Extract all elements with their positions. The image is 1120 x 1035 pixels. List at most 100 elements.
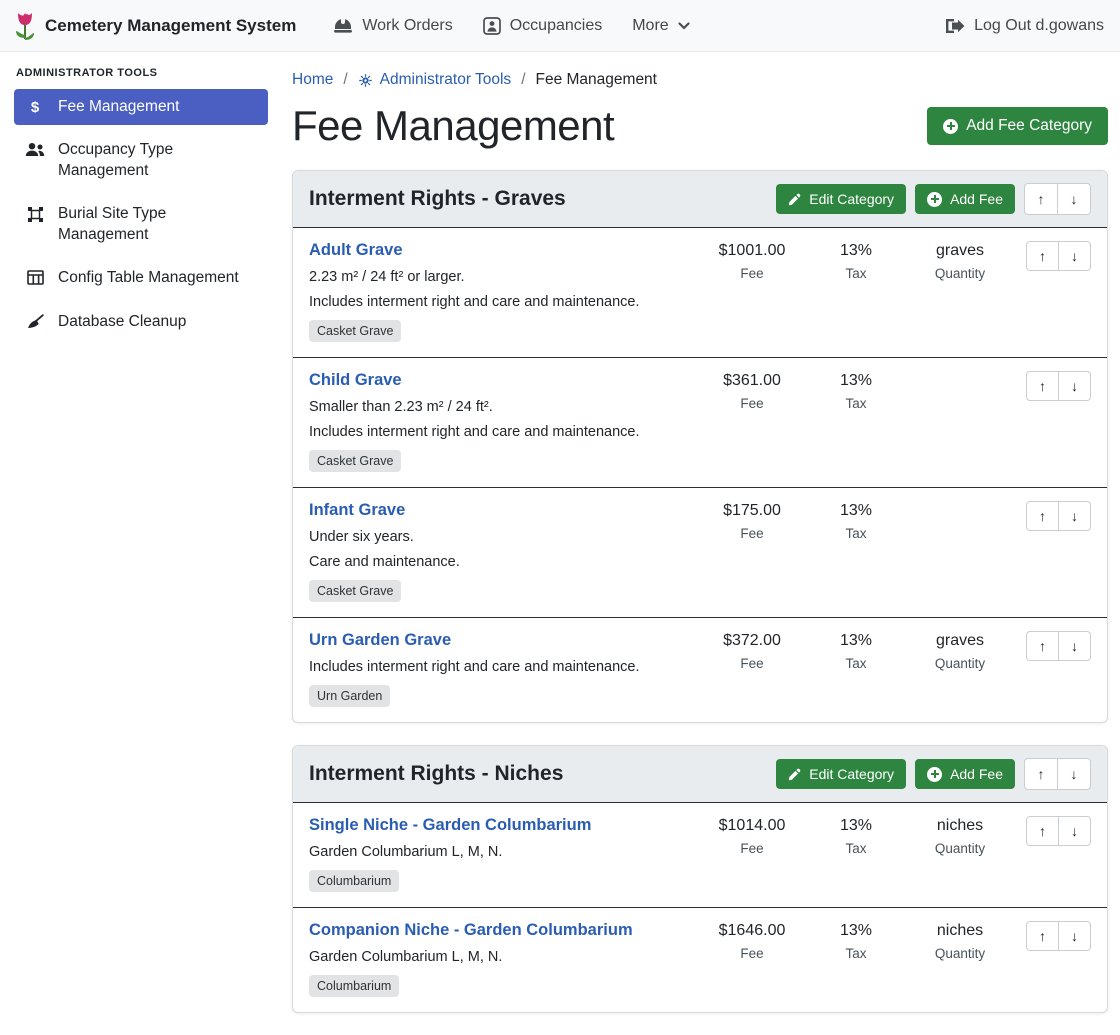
- breadcrumb-admin-tools-label: Administrator Tools: [380, 71, 512, 89]
- sidebar-item-label: Burial Site Type Management: [58, 204, 257, 245]
- fee-details: Companion Niche - Garden Columbarium Gar…: [309, 921, 700, 997]
- fee-description: Includes interment right and care and ma…: [309, 424, 692, 440]
- move-fee-down-button[interactable]: ↓: [1058, 501, 1091, 531]
- tax-amount: 13%: [804, 922, 908, 940]
- sidebar-item-database-cleanup[interactable]: Database Cleanup: [14, 304, 268, 340]
- fee-category-card: Interment Rights - Graves Edit Category …: [292, 170, 1108, 723]
- dollar-icon: $: [25, 99, 45, 117]
- edit-category-button[interactable]: Edit Category: [776, 184, 906, 214]
- fee-amount-col: $372.00 Fee: [700, 631, 804, 671]
- fee-description: Includes interment right and care and ma…: [309, 294, 692, 310]
- quantity-label: Quantity: [908, 266, 1012, 281]
- sidebar-item-label: Occupancy Type Management: [58, 140, 257, 181]
- tax-col: 13% Tax: [804, 371, 908, 411]
- move-fee-down-button[interactable]: ↓: [1058, 631, 1091, 661]
- fee-amount: $361.00: [700, 372, 804, 390]
- fee-type-badge: Casket Grave: [309, 450, 401, 472]
- fee-amount-label: Fee: [700, 266, 804, 281]
- quantity-col: graves Quantity: [908, 631, 1012, 671]
- add-fee-button[interactable]: Add Fee: [915, 759, 1015, 789]
- fee-name-link[interactable]: Urn Garden Grave: [309, 631, 451, 650]
- chevron-down-icon: [678, 22, 690, 30]
- move-fee-up-button[interactable]: ↑: [1026, 631, 1059, 661]
- fee-row: Child Grave Smaller than 2.23 m² / 24 ft…: [293, 357, 1107, 487]
- fee-reorder-group: ↑ ↓: [1026, 501, 1091, 531]
- fee-reorder-group: ↑ ↓: [1026, 241, 1091, 271]
- move-fee-up-button[interactable]: ↑: [1026, 241, 1059, 271]
- move-category-up-button[interactable]: ↑: [1024, 183, 1058, 215]
- arrow-down-icon: ↓: [1071, 378, 1078, 394]
- fee-amount-col: $1646.00 Fee: [700, 921, 804, 961]
- move-fee-up-button[interactable]: ↑: [1026, 816, 1059, 846]
- fee-type-badge: Casket Grave: [309, 580, 401, 602]
- fee-name-link[interactable]: Infant Grave: [309, 501, 405, 520]
- edit-category-label: Edit Category: [809, 191, 894, 207]
- sidebar-item-fee-management[interactable]: $ Fee Management: [14, 89, 268, 125]
- sidebar-item-burial-site-type[interactable]: Burial Site Type Management: [14, 196, 268, 253]
- sidebar-item-config-table[interactable]: Config Table Management: [14, 260, 268, 296]
- edit-category-button[interactable]: Edit Category: [776, 759, 906, 789]
- quantity-col: [908, 371, 1012, 378]
- plus-circle-icon: [927, 767, 942, 782]
- move-category-down-button[interactable]: ↓: [1057, 758, 1091, 790]
- add-fee-category-button[interactable]: Add Fee Category: [927, 107, 1108, 145]
- fee-type-badge: Casket Grave: [309, 320, 401, 342]
- pencil-icon: [788, 193, 801, 206]
- quantity-col: niches Quantity: [908, 816, 1012, 856]
- fee-type-badge: Urn Garden: [309, 685, 390, 707]
- fee-description: Includes interment right and care and ma…: [309, 659, 692, 675]
- move-category-down-button[interactable]: ↓: [1057, 183, 1091, 215]
- gear-icon: [358, 73, 373, 88]
- brand-link[interactable]: Cemetery Management System: [14, 11, 296, 41]
- fee-name-link[interactable]: Single Niche - Garden Columbarium: [309, 816, 591, 835]
- move-fee-up-button[interactable]: ↑: [1026, 371, 1059, 401]
- move-fee-up-button[interactable]: ↑: [1026, 501, 1059, 531]
- nav-more-label: More: [632, 17, 668, 35]
- arrow-up-icon: ↑: [1038, 191, 1045, 207]
- tax-label: Tax: [804, 266, 908, 281]
- category-body: Adult Grave 2.23 m² / 24 ft² or larger.I…: [293, 227, 1107, 722]
- tax-col: 13% Tax: [804, 816, 908, 856]
- category-title: Interment Rights - Niches: [309, 762, 563, 786]
- move-fee-down-button[interactable]: ↓: [1058, 816, 1091, 846]
- breadcrumb-separator: /: [343, 71, 347, 89]
- tax-amount: 13%: [804, 502, 908, 520]
- fee-amount-col: $1001.00 Fee: [700, 241, 804, 281]
- nav-work-orders[interactable]: Work Orders: [318, 9, 467, 43]
- users-icon: [25, 142, 45, 157]
- sidebar-item-label: Fee Management: [58, 97, 180, 117]
- pencil-icon: [788, 768, 801, 781]
- fee-name-link[interactable]: Companion Niche - Garden Columbarium: [309, 921, 633, 940]
- fee-amount-label: Fee: [700, 656, 804, 671]
- tax-col: 13% Tax: [804, 631, 908, 671]
- fee-descriptions: Under six years.Care and maintenance.: [309, 529, 692, 570]
- arrow-down-icon: ↓: [1071, 191, 1078, 207]
- add-fee-button[interactable]: Add Fee: [915, 184, 1015, 214]
- sidebar-item-occupancy-type[interactable]: Occupancy Type Management: [14, 132, 268, 189]
- sidebar-heading: Administrator Tools: [16, 67, 268, 79]
- move-fee-down-button[interactable]: ↓: [1058, 921, 1091, 951]
- quantity-unit: graves: [908, 242, 1012, 260]
- breadcrumb-admin-tools-link[interactable]: Administrator Tools: [358, 71, 512, 89]
- fee-category-card: Interment Rights - Niches Edit Category …: [292, 745, 1108, 1013]
- quantity-label: Quantity: [908, 946, 1012, 961]
- move-fee-down-button[interactable]: ↓: [1058, 371, 1091, 401]
- nav-occupancies[interactable]: Occupancies: [468, 9, 618, 43]
- logout-label: Log Out d.gowans: [974, 17, 1104, 35]
- main-nav: Work Orders Occupancies More: [318, 9, 704, 43]
- move-fee-down-button[interactable]: ↓: [1058, 241, 1091, 271]
- vector-square-icon: [25, 206, 45, 223]
- logout-icon: [945, 18, 965, 34]
- fee-descriptions: Garden Columbarium L, M, N.: [309, 949, 692, 965]
- move-category-up-button[interactable]: ↑: [1024, 758, 1058, 790]
- top-navbar: Cemetery Management System Work Orders O…: [0, 0, 1120, 52]
- fee-amount-label: Fee: [700, 526, 804, 541]
- move-fee-up-button[interactable]: ↑: [1026, 921, 1059, 951]
- fee-name-link[interactable]: Child Grave: [309, 371, 402, 390]
- logout-link[interactable]: Log Out d.gowans: [930, 9, 1106, 43]
- breadcrumb-home-link[interactable]: Home: [292, 71, 333, 89]
- nav-more[interactable]: More: [617, 9, 704, 43]
- fee-row: Adult Grave 2.23 m² / 24 ft² or larger.I…: [293, 227, 1107, 357]
- fee-type-badge: Columbarium: [309, 975, 399, 997]
- fee-name-link[interactable]: Adult Grave: [309, 241, 403, 260]
